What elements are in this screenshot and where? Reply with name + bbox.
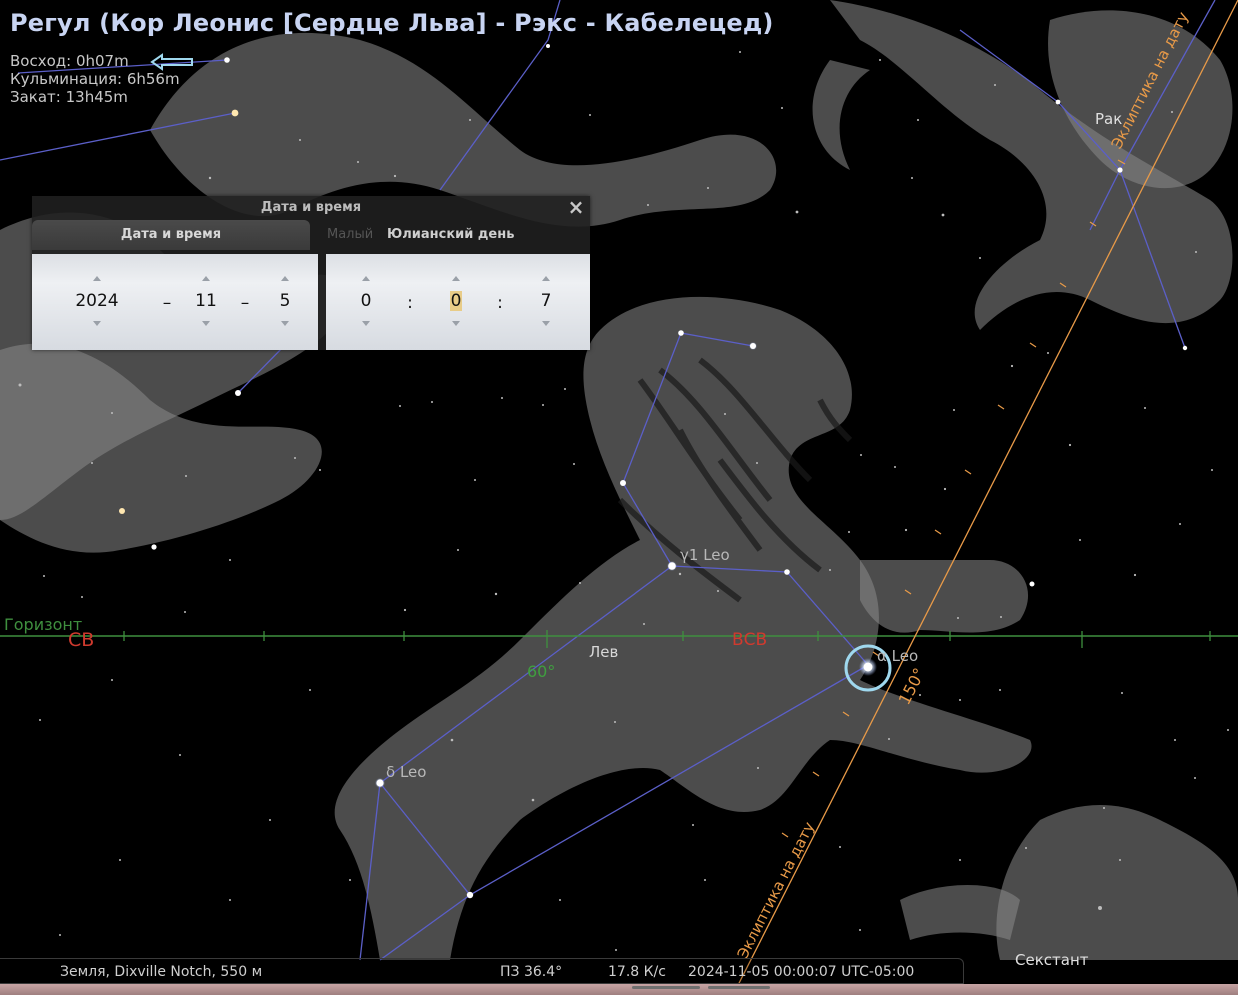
- status-fov: ПЗ 36.4°: [500, 964, 563, 980]
- second-value[interactable]: 7: [516, 291, 576, 311]
- second-increment-icon[interactable]: [542, 276, 550, 281]
- month-value[interactable]: 11: [176, 291, 236, 311]
- hour-value[interactable]: 0: [336, 291, 396, 311]
- tab-faded: Малый: [327, 227, 374, 242]
- year-increment-icon[interactable]: [93, 276, 101, 281]
- month-increment-icon[interactable]: [202, 276, 210, 281]
- toolbar-handle[interactable]: [632, 986, 700, 989]
- date-separator: –: [162, 293, 172, 313]
- arrow-left-icon: [150, 53, 193, 71]
- status-datetime: 2024-11-05 00:00:07 UTC-05:00: [688, 964, 915, 980]
- constellation-art: [0, 0, 1238, 960]
- month-spinbox[interactable]: 11: [176, 254, 236, 350]
- year-spinbox[interactable]: 2024: [67, 254, 127, 350]
- dialog-titlebar[interactable]: Дата и время ×: [32, 196, 590, 220]
- time-separator: :: [407, 293, 413, 313]
- object-set: Закат: 13h45m: [10, 88, 128, 106]
- date-panel: 2024 – 11 – 5: [32, 254, 318, 350]
- toolbar-handle[interactable]: [708, 986, 770, 989]
- cardinal-ene-label: ВСВ: [732, 630, 767, 650]
- tab-date-time[interactable]: Дата и время: [32, 220, 310, 250]
- minute-increment-icon[interactable]: [452, 276, 460, 281]
- status-bar: Земля, Dixville Notch, 550 м ПЗ 36.4° 17…: [0, 960, 1238, 984]
- ecliptic-label-bottom: Эклиптика на дату: [734, 819, 819, 962]
- time-panel: 0 : 0 : 7: [326, 254, 590, 350]
- second-spinbox[interactable]: 7: [516, 254, 576, 350]
- minute-spinbox[interactable]: 0: [426, 254, 486, 350]
- hour-increment-icon[interactable]: [362, 276, 370, 281]
- date-time-dialog: Дата и время × Дата и время Малый Юлианс…: [32, 196, 590, 350]
- status-location: Земля, Dixville Notch, 550 м: [60, 964, 263, 980]
- day-spinbox[interactable]: 5: [255, 254, 315, 350]
- object-title: Регул (Кор Леонис [Сердце Льва] - Рэкс -…: [10, 9, 774, 37]
- cardinal-ne-label: СВ: [68, 629, 94, 651]
- constellation-label-leo: Лев: [589, 643, 618, 661]
- day-decrement-icon[interactable]: [281, 321, 289, 326]
- star-label-alpha-leo: α Leo: [877, 647, 918, 665]
- sky-view[interactable]: Горизонт СВ ВСВ 60° Лев Рак Секстант γ1 …: [0, 0, 1238, 995]
- object-culmination: Кульминация: 6h56m: [10, 70, 180, 88]
- tab-julian-day[interactable]: Юлианский день: [387, 220, 517, 250]
- hour-spinbox[interactable]: 0: [336, 254, 396, 350]
- second-decrement-icon[interactable]: [542, 321, 550, 326]
- azimuth-60-label: 60°: [527, 662, 555, 681]
- minute-decrement-icon[interactable]: [452, 321, 460, 326]
- star-label-gamma-leo: γ1 Leo: [680, 546, 730, 564]
- year-value[interactable]: 2024: [67, 291, 127, 311]
- dialog-title: Дата и время: [260, 200, 362, 215]
- close-icon[interactable]: ×: [566, 196, 586, 220]
- object-rise: Восход: 0h07m: [10, 52, 129, 70]
- day-increment-icon[interactable]: [281, 276, 289, 281]
- year-decrement-icon[interactable]: [93, 321, 101, 326]
- ecliptic-degree-label: 150°: [895, 665, 929, 708]
- status-fps: 17.8 К/с: [608, 964, 666, 980]
- minute-value[interactable]: 0: [449, 291, 463, 311]
- star-label-delta-leo: δ Leo: [386, 763, 426, 781]
- date-separator: –: [240, 293, 250, 313]
- day-value[interactable]: 5: [255, 291, 315, 311]
- hour-decrement-icon[interactable]: [362, 321, 370, 326]
- bottom-toolbar[interactable]: [0, 984, 1238, 995]
- time-separator: :: [497, 293, 503, 313]
- month-decrement-icon[interactable]: [202, 321, 210, 326]
